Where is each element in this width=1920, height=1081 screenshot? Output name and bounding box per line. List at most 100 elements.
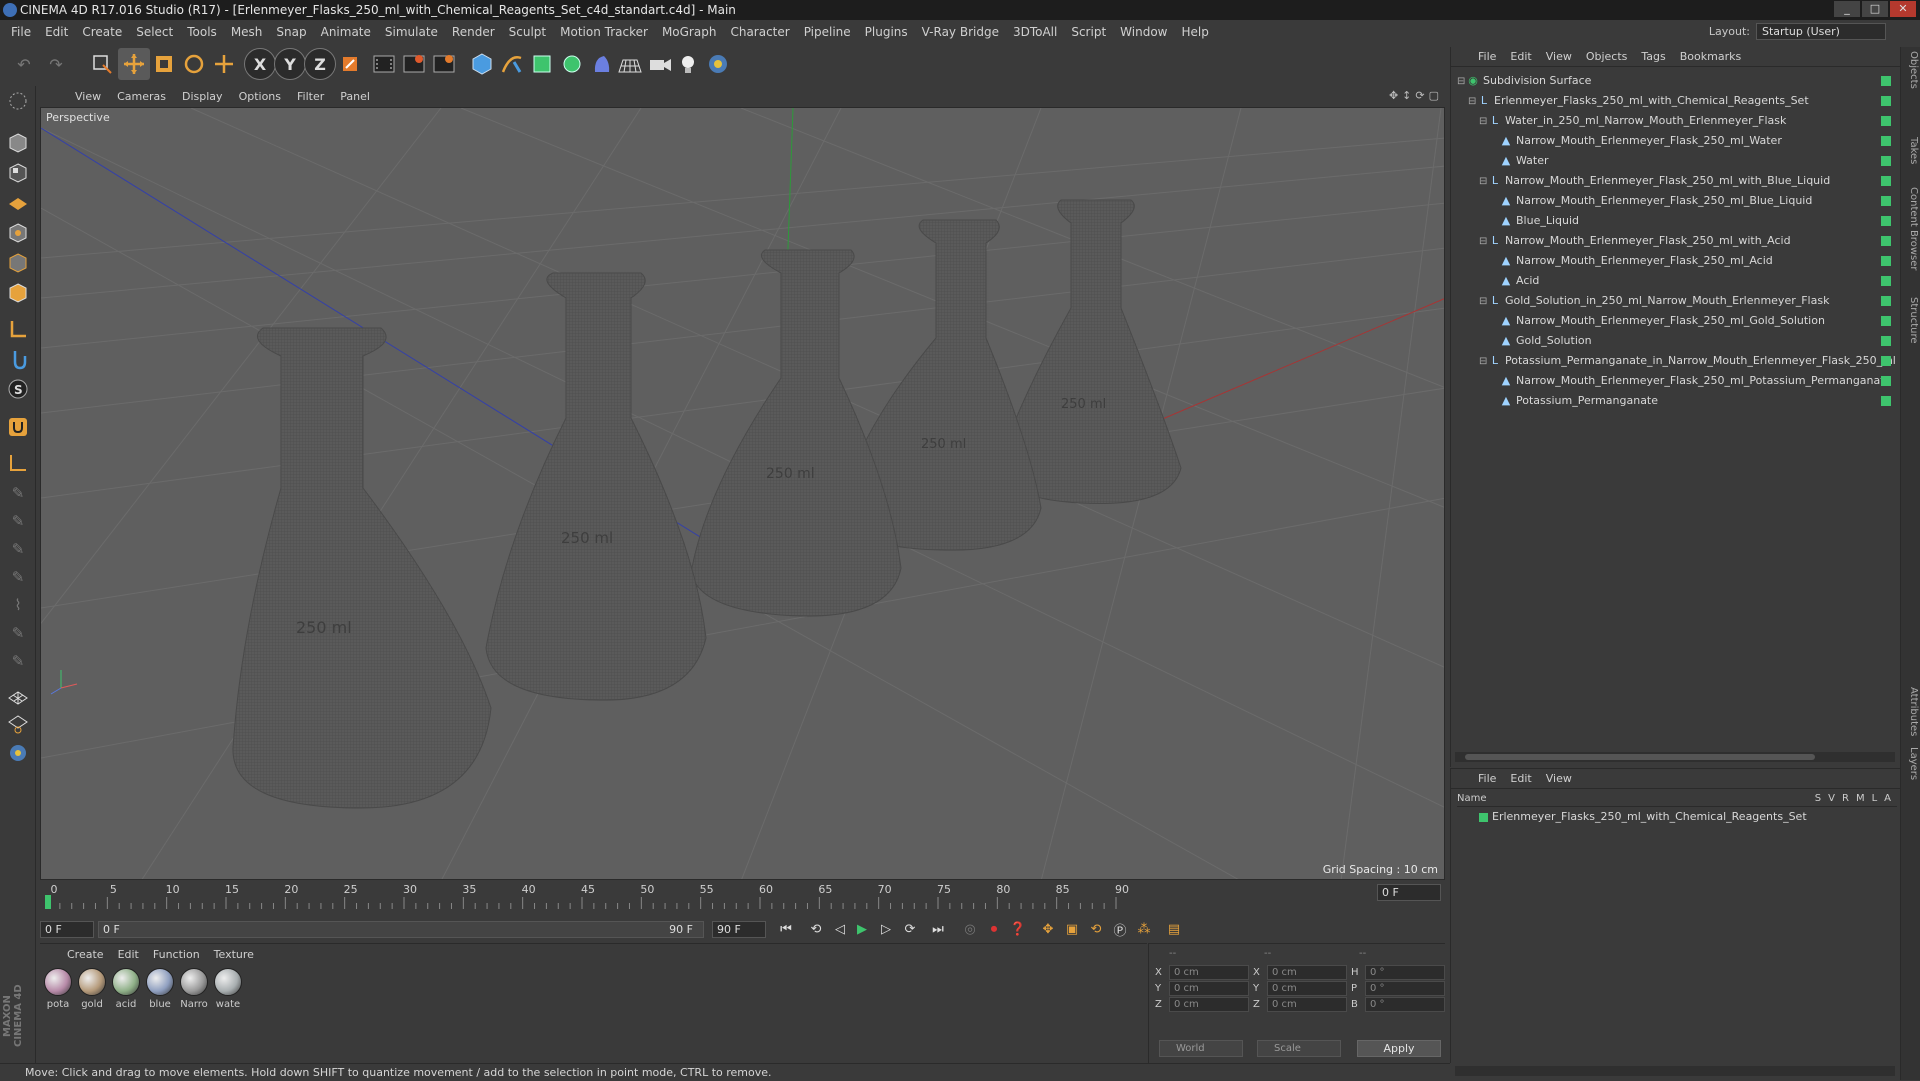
visibility-dot[interactable]: [1881, 116, 1891, 126]
visibility-dot[interactable]: [1881, 396, 1891, 406]
visibility-dot[interactable]: [1881, 336, 1891, 346]
menu-pipeline[interactable]: Pipeline: [797, 20, 858, 44]
object-tree-item[interactable]: ▲ Potassium_Permanganate: [1451, 391, 1901, 411]
lasso-icon[interactable]: ⌇: [3, 590, 33, 620]
scrollbar-thumb[interactable]: [1465, 754, 1815, 760]
perspective-viewport[interactable]: 250 ml 250 ml 250 ml 250 ml 250 ml Persp…: [40, 107, 1445, 880]
move-view-icon[interactable]: ✥: [1389, 89, 1398, 102]
viewport-menu-options[interactable]: Options: [231, 90, 289, 103]
magnet-icon[interactable]: [3, 412, 33, 442]
menu-tools[interactable]: Tools: [180, 20, 224, 44]
coordinate-value-field[interactable]: 0 cm: [1169, 980, 1249, 996]
next-key-icon[interactable]: ⟳: [898, 918, 922, 940]
expand-toggle-icon[interactable]: ⊟: [1479, 352, 1489, 372]
menu-select[interactable]: Select: [129, 20, 180, 44]
right-tab-layers[interactable]: Layers: [1903, 747, 1919, 780]
visibility-dot[interactable]: [1881, 356, 1891, 366]
viewport-menu-display[interactable]: Display: [174, 90, 231, 103]
object-tree-item[interactable]: ⊟ L Narrow_Mouth_Erlenmeyer_Flask_250_ml_w…: [1451, 231, 1901, 251]
coordinate-system-icon[interactable]: [334, 48, 366, 80]
keyframe-selection-icon[interactable]: ❓: [1006, 918, 1030, 940]
visibility-dot[interactable]: [1881, 296, 1891, 306]
tweak-mode-icon[interactable]: [3, 344, 33, 374]
object-tree-item[interactable]: ▲ Narrow_Mouth_Erlenmeyer_Flask_250_ml_Ac…: [1451, 251, 1901, 271]
maximize-view-icon[interactable]: ▢: [1429, 89, 1439, 102]
expand-toggle-icon[interactable]: ⊟: [1468, 92, 1478, 112]
key-scale-icon[interactable]: ▣: [1060, 918, 1084, 940]
pen-icon[interactable]: [496, 48, 528, 80]
object-tree-item[interactable]: ▲ Blue_Liquid: [1451, 211, 1901, 231]
workplane-icon[interactable]: [3, 186, 33, 216]
menu-plugins[interactable]: Plugins: [858, 20, 915, 44]
timeline-ruler[interactable]: 0 F 0 5 10 15 20 25 30 35 40 45 50 55 60 65 70 75 80 85 90: [40, 881, 1445, 915]
subdivision-icon[interactable]: [526, 48, 558, 80]
make-editable-icon[interactable]: [3, 86, 33, 116]
texture-mode-icon[interactable]: [3, 158, 33, 188]
axis-mode-icon[interactable]: [3, 314, 33, 344]
menu-snap[interactable]: Snap: [269, 20, 313, 44]
previous-key-icon[interactable]: ⟲: [804, 918, 828, 940]
move-icon[interactable]: [118, 48, 150, 80]
timeline-playhead[interactable]: [45, 895, 51, 909]
python-script-icon[interactable]: [3, 738, 33, 768]
scale-icon[interactable]: [148, 48, 180, 80]
minimize-button[interactable]: _: [1834, 1, 1860, 17]
menu-window[interactable]: Window: [1113, 20, 1174, 44]
visibility-dot[interactable]: [1881, 136, 1891, 146]
menu-script[interactable]: Script: [1064, 20, 1113, 44]
go-to-start-icon[interactable]: ⏮: [774, 918, 798, 940]
object-tree-item[interactable]: ▲ Narrow_Mouth_Erlenmeyer_Flask_250_ml_Go…: [1451, 311, 1901, 331]
object-tree-item[interactable]: ▲ Narrow_Mouth_Erlenmeyer_Flask_250_ml_Wa…: [1451, 131, 1901, 151]
model-mode-icon[interactable]: [3, 128, 33, 158]
zoom-view-icon[interactable]: ↕: [1402, 89, 1411, 102]
menu-v-ray-bridge[interactable]: V-Ray Bridge: [915, 20, 1006, 44]
object-menu-view[interactable]: View: [1539, 50, 1579, 63]
object-tree-item[interactable]: ⊟ L Gold_Solution_in_250_ml_Narrow_Mouth_E…: [1451, 291, 1901, 311]
visibility-dot[interactable]: [1881, 316, 1891, 326]
layout-dropdown[interactable]: Startup (User): [1756, 23, 1886, 40]
maximize-button[interactable]: □: [1862, 1, 1888, 17]
object-tree-item[interactable]: ▲ Gold_Solution: [1451, 331, 1901, 351]
menu-create[interactable]: Create: [75, 20, 129, 44]
autokey-icon[interactable]: ⏺: [982, 918, 1006, 940]
undo-icon[interactable]: ↶: [8, 48, 40, 80]
menu-animate[interactable]: Animate: [314, 20, 378, 44]
coordinate-value-field[interactable]: 0 cm: [1267, 980, 1347, 996]
visibility-dot[interactable]: [1881, 236, 1891, 246]
visibility-dot[interactable]: [1881, 76, 1891, 86]
layer-color-swatch[interactable]: [1479, 813, 1488, 822]
polygons-mode-icon[interactable]: [3, 278, 33, 308]
rotate-icon[interactable]: [178, 48, 210, 80]
viewport-menu-view[interactable]: View: [67, 90, 109, 103]
layer-manager-scrollbar[interactable]: [1455, 1066, 1895, 1076]
coordinate-value-field[interactable]: 0 cm: [1267, 996, 1347, 1012]
menu-simulate[interactable]: Simulate: [378, 20, 445, 44]
grid-rotate-icon[interactable]: [3, 708, 33, 738]
object-tree-item[interactable]: ⊟ L Narrow_Mouth_Erlenmeyer_Flask_250_ml_w…: [1451, 171, 1901, 191]
quantize-icon[interactable]: [3, 448, 33, 478]
brush-p-icon[interactable]: ✎: [3, 506, 33, 536]
visibility-dot[interactable]: [1881, 276, 1891, 286]
live-selection-icon[interactable]: [86, 48, 118, 80]
menu-mesh[interactable]: Mesh: [224, 20, 270, 44]
brush-s-icon[interactable]: ✎: [3, 562, 33, 592]
world-dropdown[interactable]: World: [1159, 1040, 1243, 1057]
right-tab-takes[interactable]: Takes: [1903, 137, 1919, 164]
menu-mograph[interactable]: MoGraph: [655, 20, 724, 44]
record-active-icon[interactable]: ◎: [958, 918, 982, 940]
expand-toggle-icon[interactable]: ⊟: [1479, 112, 1489, 132]
object-tree-item[interactable]: ⊟ L Potassium_Permanganate_in_Narrow_Mouth…: [1451, 351, 1901, 371]
menu-file[interactable]: File: [4, 20, 38, 44]
rotate-view-icon[interactable]: ⟳: [1415, 89, 1424, 102]
material-menu-create[interactable]: Create: [60, 948, 111, 961]
cube-icon[interactable]: [466, 48, 498, 80]
key-position-icon[interactable]: ✥: [1036, 918, 1060, 940]
object-tree-item[interactable]: ▲ Acid: [1451, 271, 1901, 291]
material-item[interactable]: gold: [77, 968, 107, 1010]
object-menu-edit[interactable]: Edit: [1503, 50, 1538, 63]
extrude-icon[interactable]: ✎: [3, 646, 33, 676]
brush-r-icon[interactable]: ✎: [3, 534, 33, 564]
material-item[interactable]: blue: [145, 968, 175, 1010]
key-parameter-icon[interactable]: Ⓟ: [1108, 918, 1132, 940]
material-menu-texture[interactable]: Texture: [207, 948, 261, 961]
